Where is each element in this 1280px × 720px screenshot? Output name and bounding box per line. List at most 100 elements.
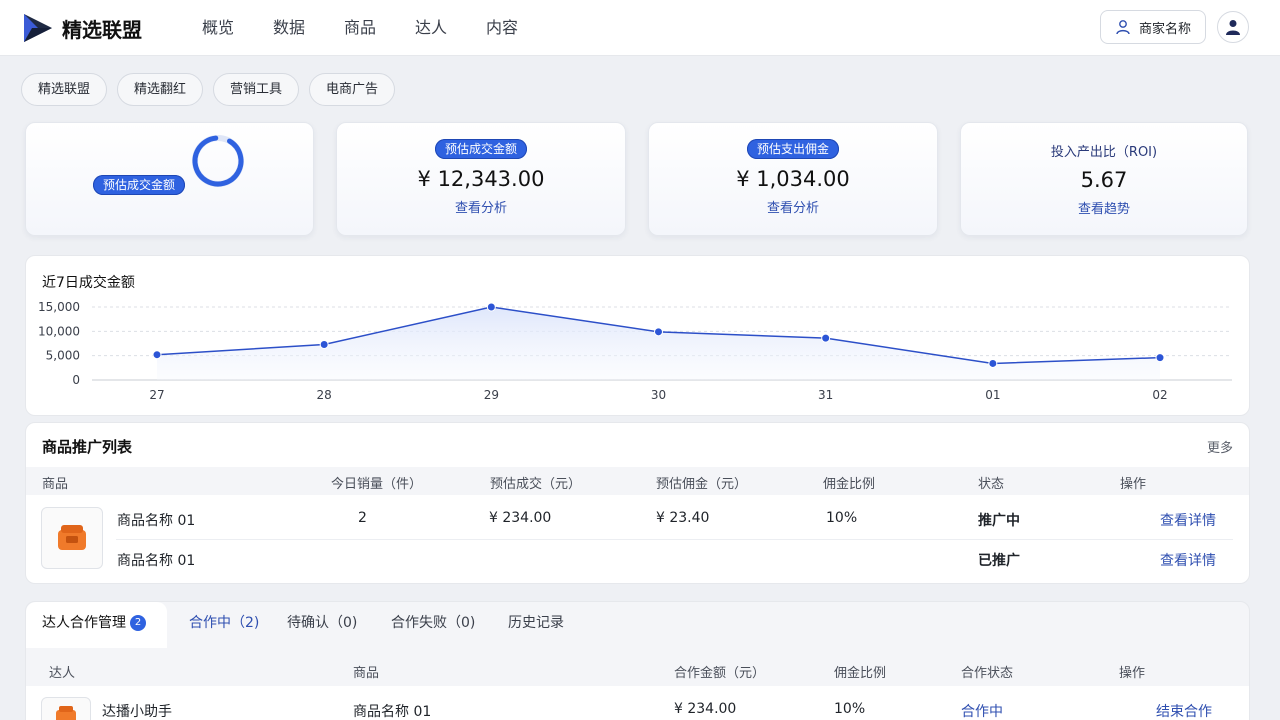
- end-cooperation-link[interactable]: 结束合作: [1156, 701, 1212, 720]
- nav-talent[interactable]: 达人: [415, 0, 486, 56]
- stat-card-commission: 预估支出佣金 ¥ 1,034.00 查看分析: [648, 122, 938, 236]
- table-row: 达播小助手 商品名称 01 ¥ 234.00 10% 合作中 结束合作: [26, 686, 1249, 720]
- list-title: 商品推广列表: [42, 438, 133, 456]
- col-amount: 合作金额（元）: [674, 666, 766, 681]
- gmv-cell: ¥ 234.00: [489, 510, 552, 526]
- talent-tabs: 达人合作管理 2 合作中（2) 待确认（0) 合作失败（0) 历史记录: [26, 602, 1249, 648]
- x-tick-label: 30: [651, 388, 666, 402]
- stat-value: ¥ 12,343.00: [417, 167, 545, 191]
- col-coop-status: 合作状态: [961, 666, 1014, 681]
- subtab-ecommerce-ads[interactable]: 电商广告: [309, 73, 396, 106]
- chart-point[interactable]: [821, 333, 831, 343]
- stat-label: 预估成交金额: [92, 175, 185, 195]
- coop-status-cell: 合作中: [961, 704, 1003, 720]
- talent-cooperation-panel: 达人合作管理 2 合作中（2) 待确认（0) 合作失败（0) 历史记录 达人 商品…: [25, 601, 1250, 720]
- brand-name: 精选联盟: [62, 18, 142, 42]
- subtab-revive[interactable]: 精选翻红: [117, 73, 204, 106]
- chart-point[interactable]: [319, 339, 329, 349]
- col-product: 商品: [353, 666, 380, 681]
- col-gmv: 预估成交（元）: [490, 477, 582, 492]
- stat-value: 5.67: [1080, 168, 1128, 192]
- more-link[interactable]: 更多: [1207, 437, 1233, 456]
- stat-label: 预估成交金额: [434, 139, 527, 159]
- product-bag-icon: [56, 706, 76, 720]
- amount-cell: ¥ 234.00: [674, 701, 737, 717]
- view-analysis-link[interactable]: 查看分析: [337, 197, 625, 216]
- nav-products[interactable]: 商品: [344, 0, 415, 56]
- nav-content[interactable]: 内容: [486, 0, 557, 56]
- x-tick-label: 27: [149, 388, 164, 402]
- tab-history[interactable]: 历史记录: [508, 602, 564, 648]
- tab-pending[interactable]: 待确认（0): [287, 602, 357, 648]
- y-tick-label: 10,000: [38, 324, 80, 338]
- subtab-marketing-tools[interactable]: 营销工具: [213, 73, 300, 106]
- count-badge: 2: [130, 615, 146, 631]
- x-tick-label: 02: [1152, 388, 1167, 402]
- tab-label: 达人合作管理: [42, 615, 126, 631]
- chart-area-fill: [157, 307, 1160, 380]
- gmv-chart-card: 近7日成交金额 15,000 10,000 5,000 0 27 28 29 30 31 01 0…: [25, 255, 1250, 416]
- table-row: 商品名称 01 已推广 查看详情: [26, 539, 1249, 579]
- product-promotion-list: 商品推广列表 更多 商品 今日销量（件） 预估成交（元） 预估佣金（元） 佣金比…: [25, 422, 1250, 584]
- sub-tabs: 精选联盟 精选翻红 营销工具 电商广告: [21, 73, 396, 106]
- product-name: 商品名称 01: [353, 704, 432, 720]
- col-sales: 今日销量（件）: [331, 477, 423, 492]
- col-action: 操作: [1120, 477, 1147, 492]
- sales-cell: 2: [358, 510, 367, 526]
- view-trend-link[interactable]: 查看趋势: [961, 198, 1247, 217]
- product-name: 商品名称 01: [117, 513, 196, 529]
- tab-failed[interactable]: 合作失败（0): [391, 602, 475, 648]
- table-header: 商品 今日销量（件） 预估成交（元） 预估佣金（元） 佣金比例 状态 操作: [26, 467, 1249, 495]
- col-talent: 达人: [49, 666, 76, 681]
- chart-point[interactable]: [988, 358, 998, 368]
- progress-ring-icon: [192, 135, 245, 187]
- nav-overview[interactable]: 概览: [202, 0, 273, 56]
- col-status: 状态: [978, 477, 1005, 492]
- user-icon: [1116, 20, 1130, 35]
- y-tick-label: 0: [72, 373, 80, 387]
- chart-point[interactable]: [152, 350, 162, 360]
- x-tick-label: 29: [484, 388, 499, 402]
- status-cell: 推广中: [978, 513, 1020, 529]
- col-product: 商品: [42, 477, 69, 492]
- y-tick-label: 15,000: [38, 300, 80, 314]
- table-row: 商品名称 01 2 ¥ 234.00 ¥ 23.40 10% 推广中 查看详情: [26, 499, 1249, 539]
- merchant-button[interactable]: 商家名称: [1100, 10, 1206, 44]
- talent-avatar: [41, 697, 91, 720]
- gmv-line-chart: 15,000 10,000 5,000 0 27 28 29 30 31 01 02: [38, 300, 1232, 402]
- stat-card-roi: 投入产出比（ROI) 5.67 查看趋势: [960, 122, 1248, 236]
- x-tick-label: 01: [985, 388, 1000, 402]
- nav-data[interactable]: 数据: [273, 0, 344, 56]
- y-tick-label: 5,000: [46, 349, 80, 363]
- x-tick-label: 28: [317, 388, 332, 402]
- main-nav: 概览 数据 商品 达人 内容: [202, 0, 557, 56]
- chart-point[interactable]: [486, 302, 496, 312]
- top-bar: 精选联盟 概览 数据 商品 达人 内容 商家名称: [0, 0, 1280, 56]
- merchant-name: 商家名称: [1138, 21, 1191, 37]
- view-details-link[interactable]: 查看详情: [1160, 550, 1216, 570]
- stat-card-gmv-ring: 预估成交金额: [25, 122, 314, 236]
- avatar[interactable]: [1217, 11, 1249, 43]
- col-action: 操作: [1119, 666, 1146, 681]
- product-name: 商品名称 01: [117, 553, 196, 569]
- chart-point[interactable]: [654, 327, 663, 337]
- view-details-link[interactable]: 查看详情: [1160, 510, 1216, 530]
- col-rate: 佣金比例: [834, 666, 887, 681]
- stat-label: 预估支出佣金: [746, 139, 839, 159]
- chart-point[interactable]: [1155, 353, 1165, 363]
- brand-logo-icon: [24, 14, 52, 42]
- avatar-person-icon: [1226, 20, 1240, 35]
- stat-label: 投入产出比（ROI): [1050, 145, 1158, 160]
- status-cell: 已推广: [978, 553, 1020, 569]
- talent-name: 达播小助手: [102, 704, 172, 720]
- tab-talent-management[interactable]: 达人合作管理 2: [26, 602, 167, 648]
- view-analysis-link[interactable]: 查看分析: [649, 197, 937, 216]
- rate-cell: 10%: [826, 510, 858, 526]
- subtab-alliance[interactable]: 精选联盟: [21, 73, 108, 106]
- tab-cooperating[interactable]: 合作中（2): [189, 602, 259, 648]
- x-tick-label: 31: [818, 388, 833, 402]
- stat-value: ¥ 1,034.00: [736, 167, 850, 191]
- rate-cell: 10%: [834, 701, 866, 717]
- col-rate: 佣金比例: [823, 477, 876, 492]
- talent-table-header: 达人 商品 合作金额（元） 佣金比例 合作状态 操作: [26, 656, 1249, 684]
